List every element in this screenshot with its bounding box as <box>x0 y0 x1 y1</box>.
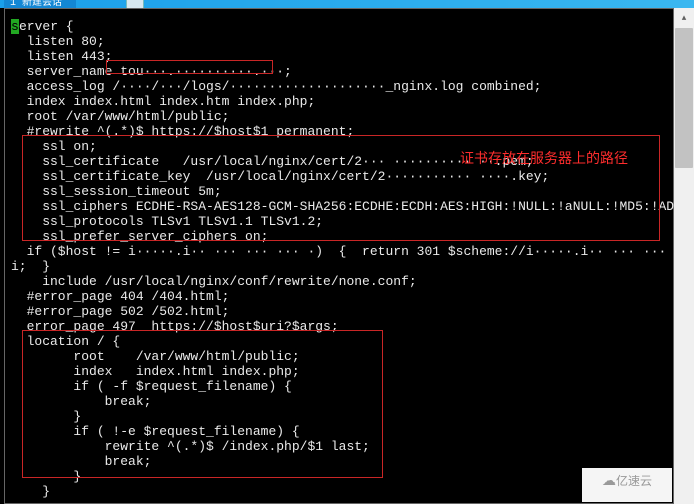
watermark-logo: ☁亿速云 <box>582 468 672 502</box>
scroll-up-button[interactable]: ▴ <box>674 8 694 28</box>
title-bar: 1 新建会话 <box>0 0 694 8</box>
scroll-thumb[interactable] <box>675 28 693 168</box>
vertical-scrollbar[interactable]: ▴ ▾ <box>674 8 694 504</box>
terminal-viewport[interactable]: server { listen 80; listen 443; server_n… <box>4 8 674 504</box>
cloud-icon: ☁ <box>602 472 616 488</box>
brand-text: 亿速云 <box>616 474 652 488</box>
config-code: erver { listen 80; listen 443; server_na… <box>11 19 694 499</box>
cursor: s <box>11 19 19 34</box>
